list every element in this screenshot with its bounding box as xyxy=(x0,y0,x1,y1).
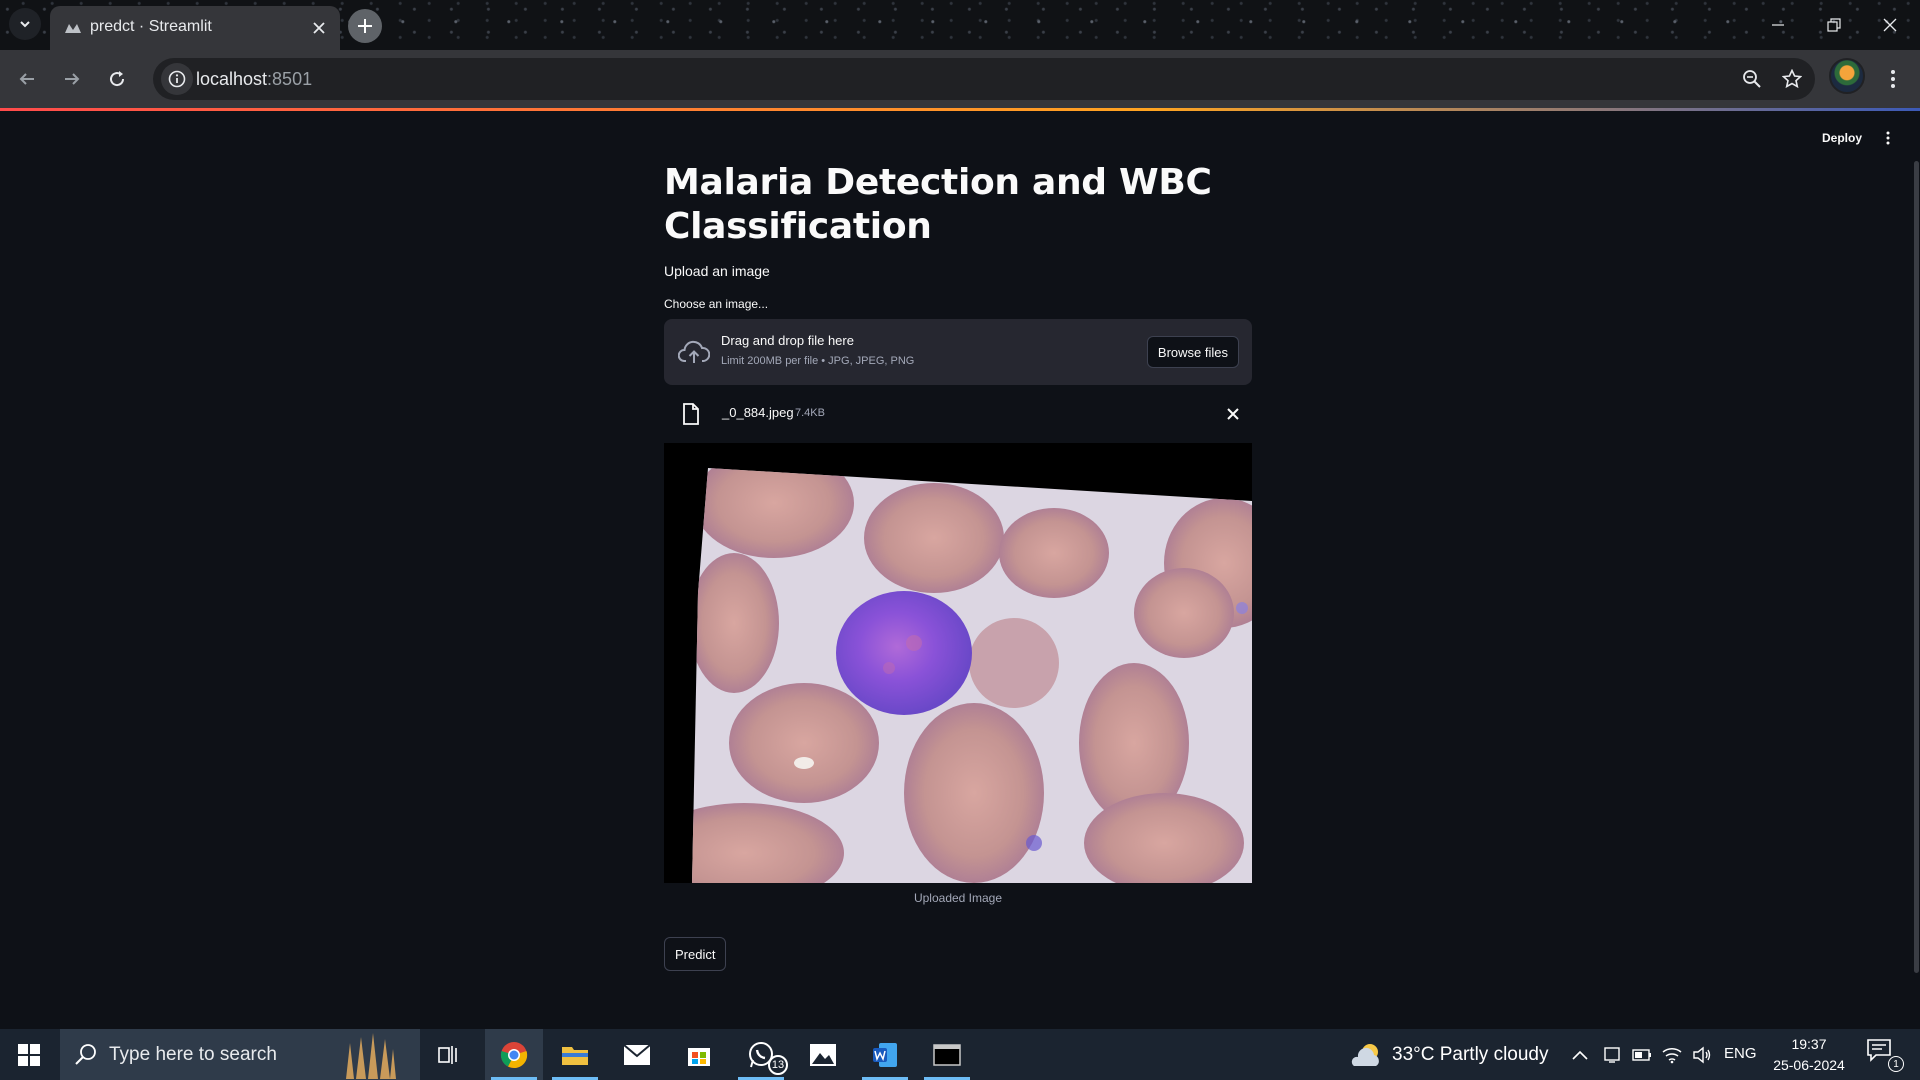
word-icon xyxy=(873,1042,897,1067)
taskbar-file-explorer[interactable] xyxy=(546,1029,604,1080)
taskbar-chrome[interactable] xyxy=(485,1029,543,1080)
uploaded-file-size: 7.4KB xyxy=(795,407,825,419)
reload-button[interactable] xyxy=(100,62,134,96)
url-host: localhost xyxy=(196,69,268,89)
terminal-icon xyxy=(933,1043,961,1066)
file-uploader-label: Choose an image... xyxy=(664,297,769,311)
photos-icon xyxy=(810,1043,836,1066)
file-dropzone[interactable]: Drag and drop file here Limit 200MB per … xyxy=(664,319,1252,385)
notification-count-badge: 1 xyxy=(1888,1056,1904,1072)
chevron-up-icon xyxy=(1572,1050,1588,1060)
predict-button[interactable]: Predict xyxy=(664,937,727,971)
browse-files-button[interactable]: Browse files xyxy=(1146,336,1239,368)
clock-date: 25-06-2024 xyxy=(1773,1057,1845,1073)
windows-taskbar: Type here to search 13 33°C Partly cloud… xyxy=(0,1029,1920,1080)
close-tab-icon[interactable] xyxy=(308,17,330,39)
remove-file-icon[interactable] xyxy=(1224,405,1242,423)
browser-tab-active[interactable]: predct · Streamlit xyxy=(50,6,340,50)
search-icon xyxy=(74,1043,98,1067)
tab-search-button[interactable] xyxy=(9,8,41,40)
task-view-icon xyxy=(438,1045,457,1064)
taskbar-clock[interactable]: 19:37 25-06-2024 xyxy=(1764,1034,1854,1076)
taskbar-store[interactable] xyxy=(670,1029,728,1080)
notification-center-button[interactable]: 1 xyxy=(1866,1038,1904,1072)
restore-icon xyxy=(1827,18,1841,32)
weather-text[interactable]: 33°C Partly cloudy xyxy=(1392,1044,1549,1066)
taskbar-terminal[interactable] xyxy=(918,1029,976,1080)
folder-icon xyxy=(562,1046,588,1065)
taskbar-mail[interactable] xyxy=(608,1029,666,1080)
task-view-button[interactable] xyxy=(420,1029,478,1080)
browser-tab-bar: predct · Streamlit xyxy=(0,0,1920,50)
chevron-down-icon xyxy=(20,21,30,28)
more-vertical-icon xyxy=(1886,131,1890,145)
reload-icon xyxy=(110,71,125,87)
uploaded-file-row: _0_884.jpeg 7.4KB xyxy=(664,393,1252,433)
main-menu-button[interactable] xyxy=(1880,128,1896,148)
profile-avatar[interactable] xyxy=(1829,58,1865,94)
language-indicator[interactable]: ENG xyxy=(1724,1045,1757,1062)
weather-icon[interactable] xyxy=(1350,1029,1384,1080)
taskbar-whatsapp[interactable]: 13 xyxy=(732,1029,790,1080)
deploy-button[interactable]: Deploy xyxy=(1822,131,1862,145)
browser-menu-button[interactable] xyxy=(1876,62,1910,96)
streamlit-favicon-icon xyxy=(64,19,82,37)
whatsapp-unread-badge: 13 xyxy=(768,1055,788,1075)
volume-icon[interactable] xyxy=(1692,1029,1712,1080)
uploaded-image xyxy=(664,443,1252,883)
arrow-left-icon xyxy=(19,73,34,85)
url-port: :8501 xyxy=(267,69,313,89)
taskbar-photos[interactable] xyxy=(794,1029,852,1080)
close-window-button[interactable] xyxy=(1862,0,1918,50)
zoom-icon[interactable] xyxy=(1737,64,1767,94)
mail-icon xyxy=(623,1043,651,1065)
site-info-icon[interactable] xyxy=(161,63,193,95)
forward-button[interactable] xyxy=(55,62,89,96)
taskbar-search-box[interactable]: Type here to search xyxy=(60,1029,420,1080)
battery-icon[interactable] xyxy=(1632,1029,1652,1080)
chrome-icon xyxy=(500,1041,528,1068)
address-bar[interactable]: localhost:8501 xyxy=(153,58,1815,100)
cloud-upload-icon xyxy=(677,339,711,365)
page-scrollbar[interactable] xyxy=(1914,161,1919,973)
arrow-right-icon xyxy=(65,73,80,85)
dropzone-limit-text: Limit 200MB per file • JPG, JPEG, PNG xyxy=(721,355,915,367)
page-title: Malaria Detection and WBC Classification xyxy=(664,162,1212,247)
minimize-icon xyxy=(1772,24,1784,26)
file-icon xyxy=(682,403,700,425)
new-tab-button[interactable] xyxy=(348,9,382,43)
tab-title: predct · Streamlit xyxy=(90,18,212,35)
search-highlight-cathedral-icon xyxy=(342,1033,398,1079)
bookmark-star-icon[interactable] xyxy=(1777,64,1807,94)
blood-smear-image xyxy=(664,443,1252,883)
notification-icon xyxy=(1867,1039,1891,1062)
search-placeholder: Type here to search xyxy=(109,1044,277,1065)
uploaded-file-name: _0_884.jpeg xyxy=(722,405,794,420)
upload-subtitle: Upload an image xyxy=(664,263,770,279)
clock-time: 19:37 xyxy=(1791,1036,1827,1052)
close-icon xyxy=(1883,18,1897,32)
image-caption: Uploaded Image xyxy=(913,891,1003,905)
start-button[interactable] xyxy=(0,1029,58,1080)
url-text: localhost:8501 xyxy=(196,69,312,90)
wifi-icon[interactable] xyxy=(1662,1029,1682,1080)
store-icon xyxy=(688,1047,710,1066)
more-vertical-icon xyxy=(1891,70,1895,88)
plus-icon xyxy=(358,19,372,33)
restore-button[interactable] xyxy=(1806,0,1862,50)
meet-now-icon[interactable] xyxy=(1603,1029,1621,1080)
taskbar-word[interactable] xyxy=(856,1029,914,1080)
show-hidden-icons-button[interactable] xyxy=(1572,1029,1588,1080)
back-button[interactable] xyxy=(10,62,44,96)
streamlit-app: Deploy Malaria Detection and WBC Classif… xyxy=(0,111,1920,1029)
browser-toolbar: localhost:8501 xyxy=(0,50,1920,108)
minimize-button[interactable] xyxy=(1750,0,1806,50)
dropzone-title: Drag and drop file here xyxy=(721,333,854,348)
windows-logo-icon xyxy=(18,1043,40,1066)
